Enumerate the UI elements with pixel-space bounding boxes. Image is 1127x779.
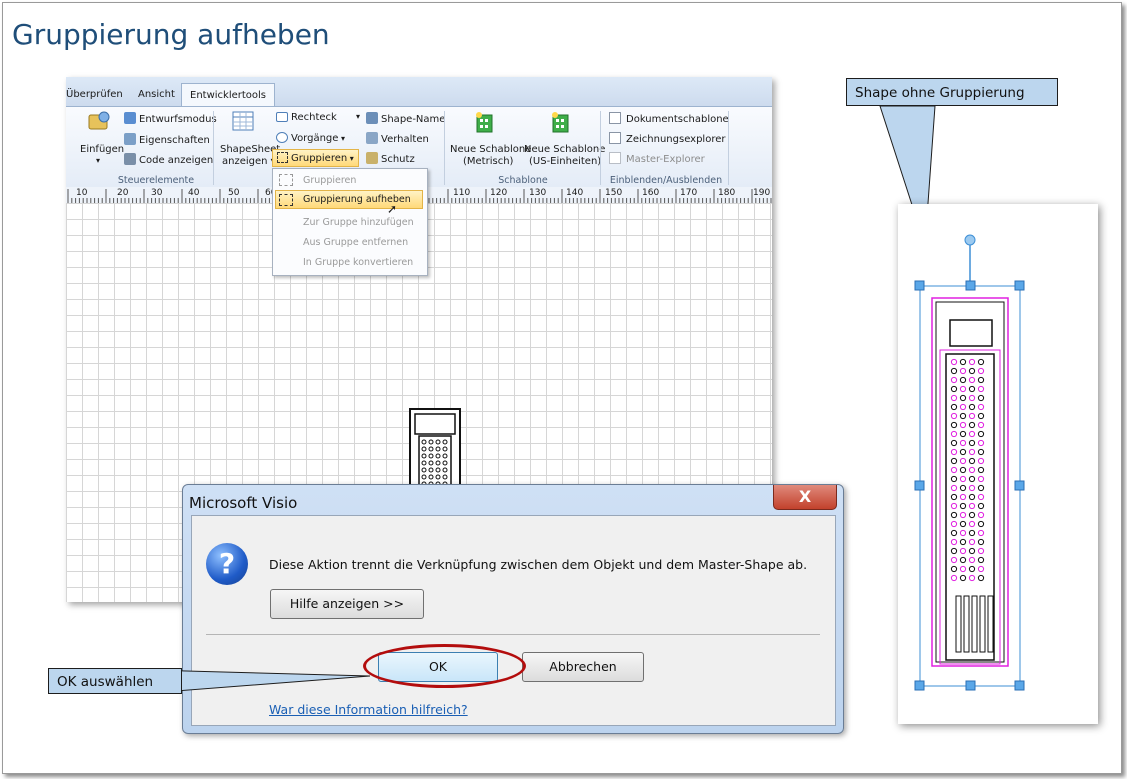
message-dialog: Microsoft Visio X ? Diese Aktion trennt … (182, 484, 844, 734)
lock-icon (366, 152, 378, 164)
rectangle-icon (276, 112, 288, 122)
eigenschaften-label: Eigenschaften (139, 135, 210, 146)
ruler-label: 120 (490, 188, 508, 198)
ungrouped-shape-panel (898, 204, 1098, 724)
entwurfsmodus-label: Entwurfsmodus (139, 114, 217, 125)
ruler-label: 140 (566, 188, 584, 198)
question-icon: ? (206, 543, 248, 585)
dokumentschablone-label: Dokumentschablone (626, 114, 729, 125)
group-divider (728, 111, 729, 185)
operations-icon (276, 132, 288, 143)
new-stencil-metric-button-line1[interactable]: Neue Schablone (450, 144, 531, 155)
ruler-label: 160 (642, 188, 660, 198)
shape-name-button[interactable]: Shape-Name (366, 112, 445, 125)
master-explorer-checkbox[interactable]: Master-Explorer (609, 152, 705, 165)
tab-ueberpruefen[interactable]: Überprüfen (66, 89, 123, 100)
checkbox-icon (609, 112, 621, 124)
shapesheet-icon (232, 111, 254, 131)
tab-entwicklertools[interactable]: Entwicklertools (181, 83, 276, 106)
ruler-label: 180 (718, 188, 736, 198)
tab-ansicht[interactable]: Ansicht (138, 89, 175, 100)
group-divider (213, 111, 214, 185)
shapesheet-button-line2[interactable]: anzeigen ▾ (222, 156, 276, 167)
ruler-label: 190 (753, 188, 771, 198)
dialog-body: ? Diese Aktion trennt die Verknüpfung zw… (191, 515, 836, 726)
behavior-icon (366, 132, 378, 144)
ruler-label: 50 (228, 188, 240, 198)
dialog-divider (206, 634, 820, 635)
code-anzeigen-label: Code anzeigen (139, 155, 214, 166)
close-icon: X (798, 487, 812, 506)
shape-name-label: Shape-Name (381, 114, 446, 125)
group-label-einblenden: Einblenden/Ausblenden (609, 175, 723, 186)
group-icon (277, 152, 288, 163)
ribbon-tab-bar: Überprüfen Ansicht Entwicklertools (66, 77, 772, 106)
master-explorer-label: Master-Explorer (626, 154, 705, 165)
group-label-steuerelemente: Steuerelemente (117, 175, 195, 186)
new-stencil-us-button-line1[interactable]: Neue Schablone (524, 144, 605, 155)
zeichnungsexplorer-label: Zeichnungsexplorer (626, 134, 726, 145)
ruler-label: 20 (117, 188, 129, 198)
ruler-label: 30 (151, 188, 163, 198)
group-label-schablone: Schablone (498, 175, 548, 186)
page-title: Gruppierung aufheben (12, 18, 330, 51)
new-stencil-metric-button-line2[interactable]: (Metrisch) (463, 156, 513, 167)
chevron-down-icon: ▾ (96, 156, 101, 165)
callout-ok: OK auswählen (48, 668, 182, 694)
ruler-label: 130 (529, 188, 547, 198)
code-anzeigen-button[interactable]: Code anzeigen (124, 153, 213, 166)
menu-item-zur-gruppe-hinzufuegen[interactable]: Zur Gruppe hinzufügen (303, 217, 414, 228)
rechteck-button[interactable]: Rechteck (276, 112, 337, 123)
shape-name-icon (366, 112, 378, 124)
rechteck-label: Rechteck (291, 112, 337, 123)
group-icon (279, 174, 293, 186)
callout-shape: Shape ohne Gruppierung (846, 78, 1058, 106)
menu-item-aus-gruppe-entfernen[interactable]: Aus Gruppe entfernen (303, 237, 408, 248)
ruler-label: 170 (680, 188, 698, 198)
group-divider (600, 111, 601, 185)
dialog-message: Diese Aktion trennt die Verknüpfung zwis… (269, 557, 808, 572)
menu-item-gruppierung-aufheben[interactable]: Gruppierung aufheben (275, 190, 423, 209)
ok-highlight-oval (363, 644, 526, 688)
design-mode-icon (124, 112, 136, 124)
schutz-button[interactable]: Schutz (366, 152, 415, 165)
menu-item-in-gruppe-konvertieren[interactable]: In Gruppe konvertieren (303, 257, 413, 268)
schutz-label: Schutz (381, 154, 415, 165)
new-stencil-us-icon (550, 110, 572, 134)
entwurfsmodus-button[interactable]: Entwurfsmodus (124, 112, 217, 125)
verhalten-button[interactable]: Verhalten (366, 132, 429, 145)
verhalten-label: Verhalten (381, 134, 429, 145)
properties-icon (124, 133, 136, 145)
ruler-label: 110 (453, 188, 471, 198)
group-divider (444, 111, 445, 185)
zeichnungsexplorer-checkbox[interactable]: Zeichnungsexplorer (609, 132, 725, 145)
eigenschaften-button[interactable]: Eigenschaften (124, 133, 210, 146)
dokumentschablone-checkbox[interactable]: Dokumentschablone (609, 112, 729, 125)
dialog-title: Microsoft Visio (189, 494, 298, 512)
checkbox-icon (609, 152, 621, 164)
insert-controls-icon (86, 109, 112, 135)
ungrouped-shape (914, 234, 1025, 691)
new-stencil-metric-icon (474, 110, 496, 134)
ruler-label: 150 (605, 188, 623, 198)
chevron-down-icon: ▾ (356, 112, 361, 121)
vorgaenge-label: Vorgänge (291, 133, 339, 144)
ruler-label: 10 (76, 188, 88, 198)
menu-item-gruppieren[interactable]: Gruppieren (303, 175, 356, 186)
view-code-icon (124, 153, 136, 165)
gruppieren-button[interactable]: Gruppieren ▾ (272, 149, 359, 167)
new-stencil-us-button-line2[interactable]: (US-Einheiten) (529, 156, 601, 167)
einfuegen-button[interactable]: Einfügen (80, 144, 124, 155)
close-button[interactable]: X (773, 485, 837, 510)
checkbox-icon (609, 132, 621, 144)
help-button[interactable]: Hilfe anzeigen >> (270, 589, 424, 619)
vorgaenge-button[interactable]: Vorgänge ▾ (276, 132, 345, 144)
feedback-link[interactable]: War diese Information hilfreich? (269, 702, 468, 717)
ruler-label: 40 (188, 188, 200, 198)
ungroup-icon (279, 194, 293, 206)
cancel-button[interactable]: Abbrechen (522, 652, 644, 682)
mouse-cursor-icon: ➚ (387, 202, 398, 216)
group-dropdown-menu: Gruppieren Gruppierung aufheben ➚ Zur Gr… (272, 168, 428, 276)
gruppieren-label: Gruppieren (291, 153, 348, 164)
